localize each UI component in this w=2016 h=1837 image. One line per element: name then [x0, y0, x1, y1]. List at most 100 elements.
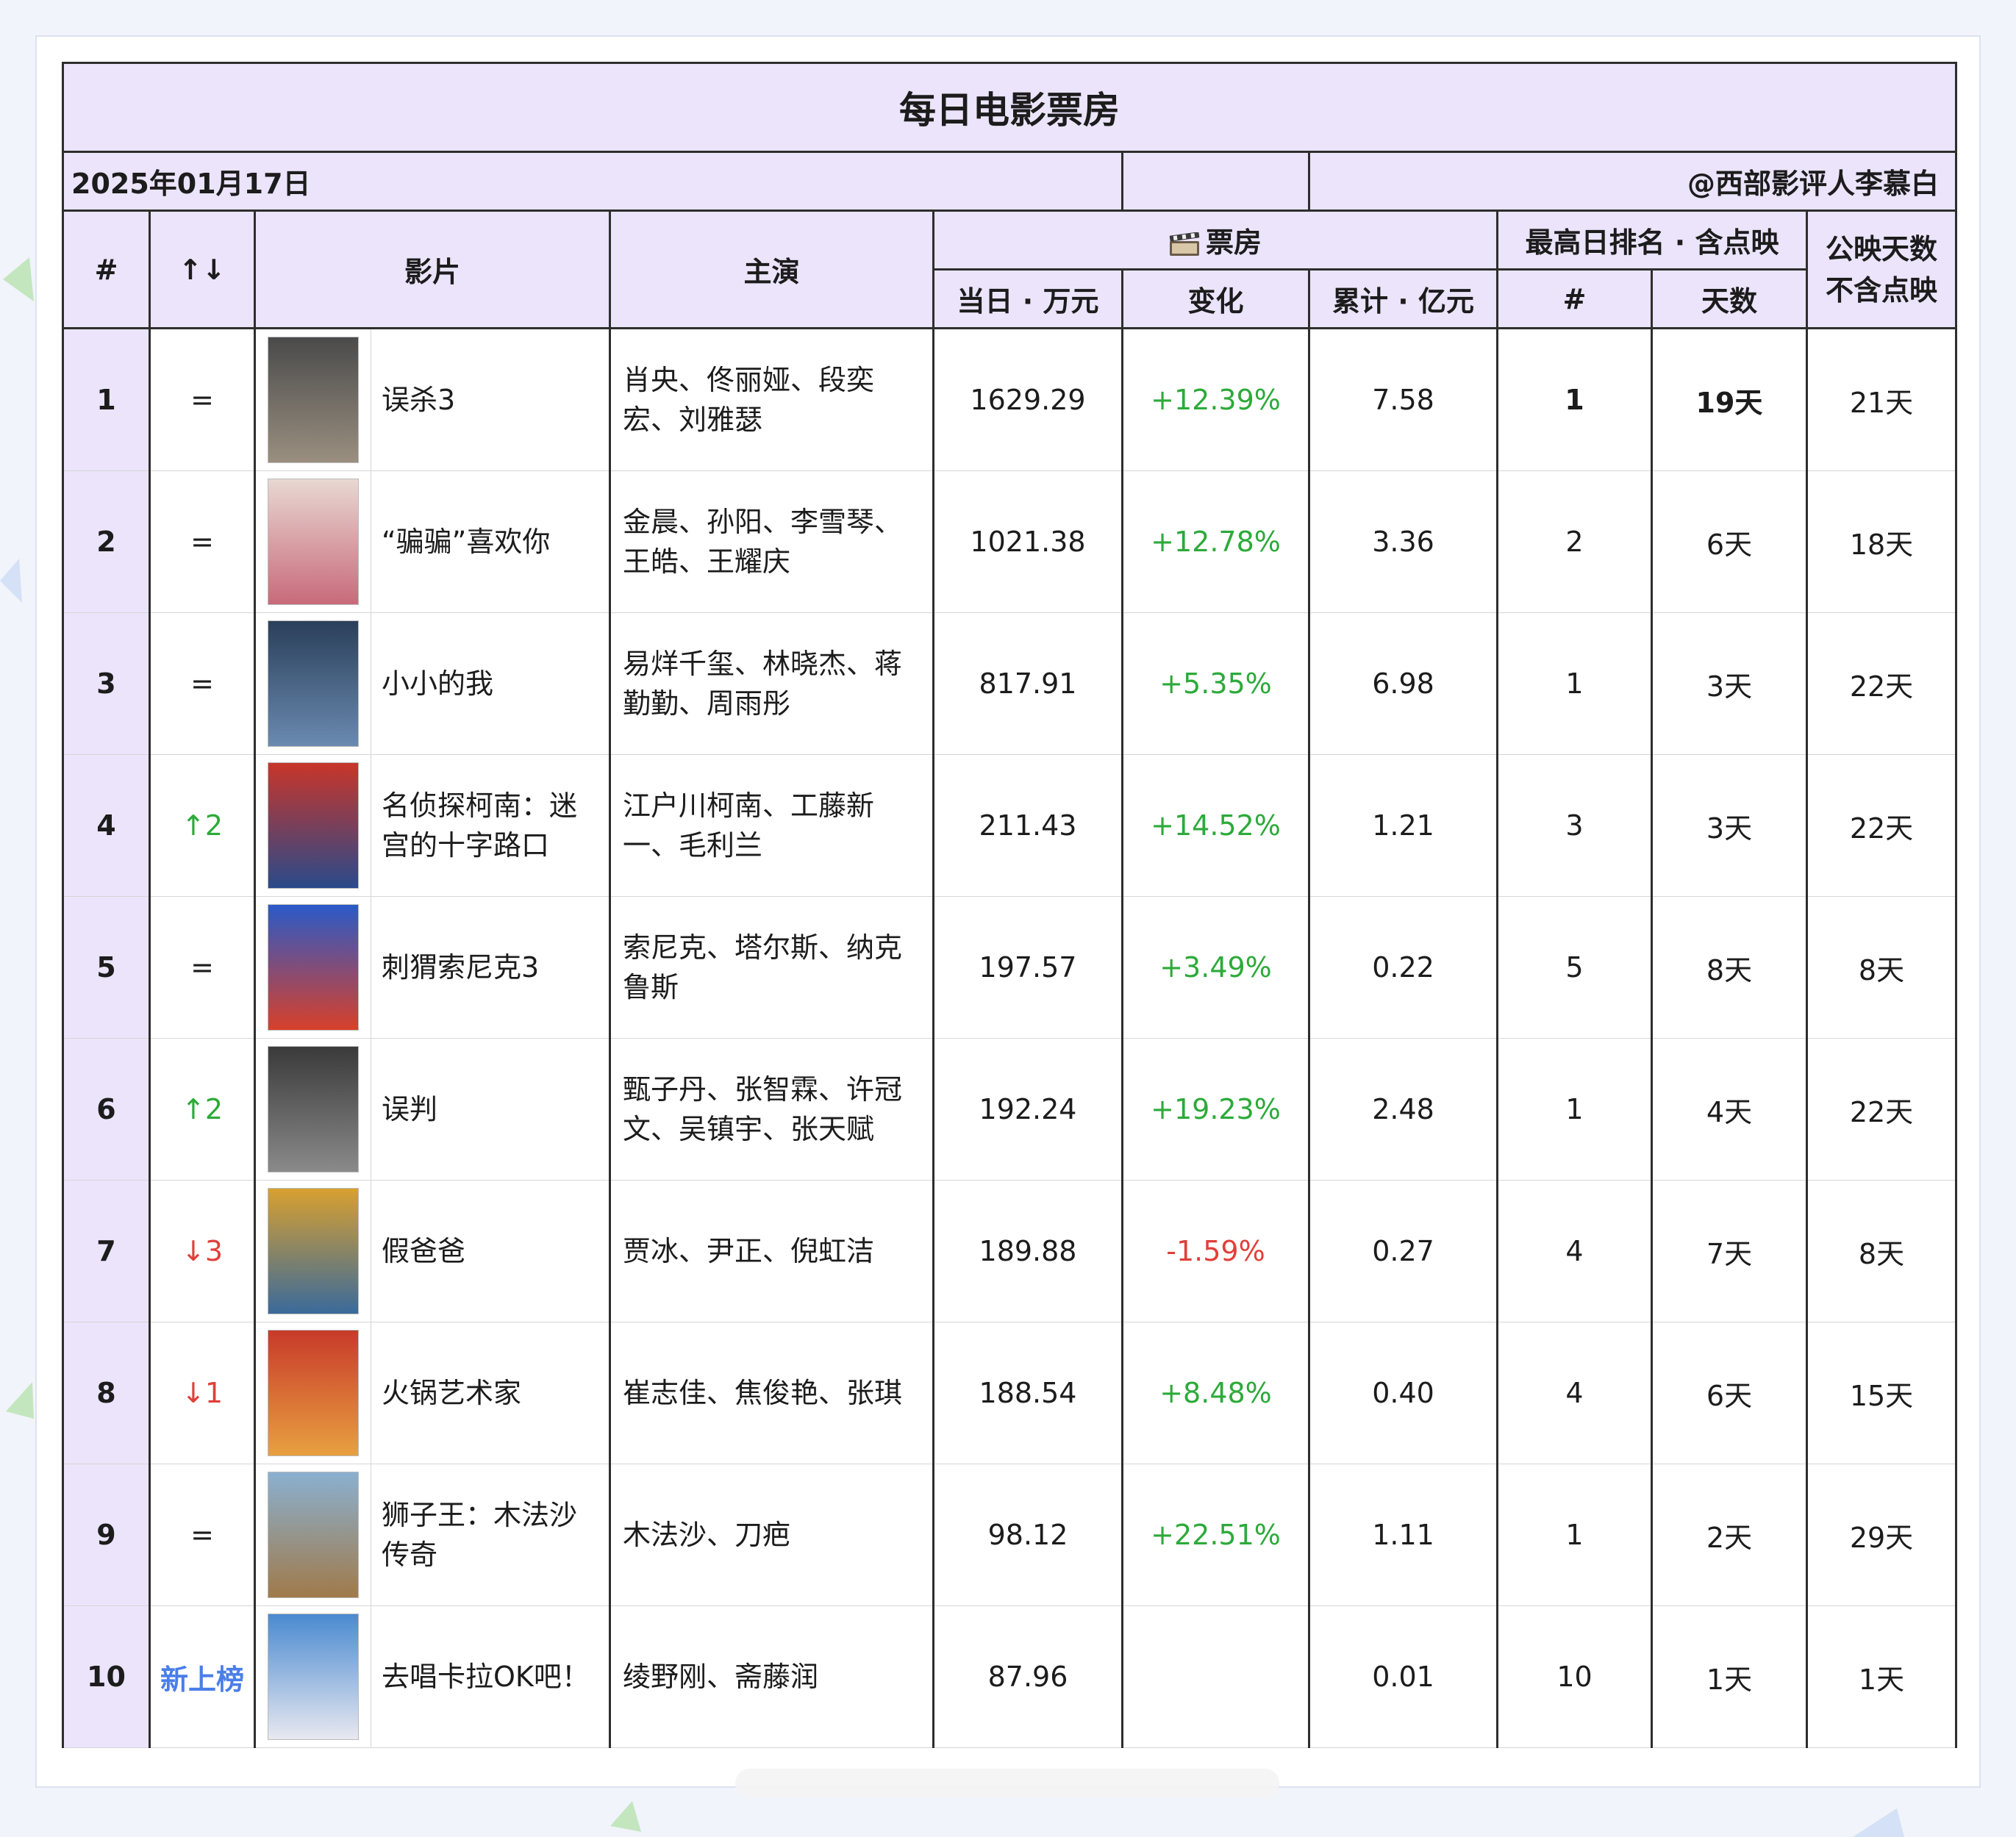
cast-cell: 肖央、佟丽娅、段奕宏、刘雅瑟 [609, 328, 934, 471]
daily-cell: 1629.29 [932, 328, 1123, 471]
table-row: 2 = “骗骗”喜欢你 金晨、孙阳、李雪琴、王皓、王耀庆 1021.38 +12.78% 3… [62, 470, 1958, 613]
rank-cell: 9 [62, 1464, 151, 1606]
total-cell: 3.36 [1308, 470, 1498, 613]
film-cell: 狮子王：木法沙传奇 [254, 1464, 611, 1606]
total-cell: 6.98 [1308, 612, 1498, 755]
movie-poster [268, 1614, 359, 1740]
author-label: @西部影评人李慕白 [1307, 151, 1958, 212]
date-label: 2025年01月17日 [62, 151, 1123, 212]
cast-cell: 索尼克、塔尔斯、纳克鲁斯 [609, 896, 934, 1039]
film-cell: 火锅艺术家 [254, 1322, 611, 1464]
film-cell: 名侦探柯南：迷宫的十字路口 [254, 754, 611, 897]
header-release-days-line1: 公映天数 [1826, 232, 1938, 265]
trend-cell: = [149, 612, 256, 755]
film-cell: 去唱卡拉OK吧！ [254, 1605, 611, 1748]
header-film: 影片 [254, 210, 611, 329]
header-trend: ↑↓ [149, 210, 256, 329]
daily-cell: 197.57 [932, 896, 1123, 1039]
daily-cell: 87.96 [932, 1605, 1123, 1748]
movie-poster [268, 1188, 359, 1314]
total-cell: 0.01 [1308, 1605, 1498, 1748]
best-days-cell: 6天 [1651, 470, 1808, 613]
trend-cell: ↓3 [149, 1180, 256, 1322]
table-row: 7 ↓3 假爸爸 贾冰、尹正、倪虹洁 189.88 -1.59% 0.27 4 7天 8天 [62, 1180, 1958, 1322]
best-days-cell: 3天 [1651, 754, 1808, 897]
best-rank-cell: 10 [1496, 1605, 1653, 1748]
table-row: 5 = 刺猬索尼克3 索尼克、塔尔斯、纳克鲁斯 197.57 +3.49% 0.22 5 8天 8… [62, 896, 1958, 1039]
header-total: 累计 · 亿元 [1308, 268, 1498, 329]
change-cell: +8.48% [1121, 1322, 1310, 1464]
best-days-cell: 7天 [1651, 1180, 1808, 1322]
release-days-cell: 22天 [1805, 612, 1958, 755]
film-title: 误判 [382, 1093, 438, 1125]
header-cast: 主演 [609, 210, 934, 329]
header-rank: # [62, 210, 151, 329]
rank-cell: 2 [62, 470, 151, 613]
cast-cell: 崔志佳、焦俊艳、张琪 [609, 1322, 934, 1464]
film-reel-icon [1169, 232, 1200, 256]
rank-cell: 4 [62, 754, 151, 897]
trend-cell: = [149, 896, 256, 1039]
trend-cell: = [149, 470, 256, 613]
film-cell: 刺猬索尼克3 [254, 896, 611, 1039]
film-title: 刺猬索尼克3 [382, 951, 540, 984]
header-release-days: 公映天数 不含点映 [1805, 210, 1958, 329]
film-cell: 小小的我 [254, 612, 611, 755]
daily-cell: 188.54 [932, 1322, 1123, 1464]
best-days-cell: 2天 [1651, 1464, 1808, 1606]
rank-cell: 3 [62, 612, 151, 755]
movie-poster [268, 337, 359, 463]
table-row: 1 = 误杀3 肖央、佟丽娅、段奕宏、刘雅瑟 1629.29 +12.39% 7.58 1 19… [62, 328, 1958, 471]
release-days-cell: 29天 [1805, 1464, 1958, 1606]
change-cell: +19.23% [1121, 1038, 1310, 1181]
total-cell: 0.40 [1308, 1322, 1498, 1464]
best-rank-cell: 3 [1496, 754, 1653, 897]
film-title: 火锅艺术家 [382, 1377, 522, 1409]
release-days-cell: 15天 [1805, 1322, 1958, 1464]
best-rank-cell: 1 [1496, 612, 1653, 755]
movie-poster [268, 620, 359, 747]
total-cell: 0.27 [1308, 1180, 1498, 1322]
best-rank-cell: 4 [1496, 1322, 1653, 1464]
daily-cell: 98.12 [932, 1464, 1123, 1606]
daily-cell: 817.91 [932, 612, 1123, 755]
movie-poster [268, 904, 359, 1031]
table-row: 9 = 狮子王：木法沙传奇 木法沙、刀疤 98.12 +22.51% 1.11 1 2天 29天 [62, 1464, 1958, 1606]
header-change: 变化 [1121, 268, 1310, 329]
header-best-rank: # [1496, 268, 1653, 329]
film-cell: 误杀3 [254, 328, 611, 471]
header-best-rank-group: 最高日排名 · 含点映 [1496, 210, 1808, 271]
best-rank-cell: 1 [1496, 1038, 1653, 1181]
table-row: 3 = 小小的我 易烊千玺、林晓杰、蒋勤勤、周雨彤 817.91 +5.35% 6.98 1 3… [62, 612, 1958, 755]
film-title: 小小的我 [382, 667, 494, 700]
change-cell: +12.39% [1121, 328, 1310, 471]
best-days-cell: 6天 [1651, 1322, 1808, 1464]
movie-poster [268, 479, 359, 605]
table-row: 6 ↑2 误判 甄子丹、张智霖、许冠文、吴镇宇、张天赋 192.24 +19.23% 2.4… [62, 1038, 1958, 1181]
total-cell: 7.58 [1308, 328, 1498, 471]
table-row: 8 ↓1 火锅艺术家 崔志佳、焦俊艳、张琪 188.54 +8.48% 0.40 4 6天 15天 [62, 1322, 1958, 1464]
release-days-cell: 18天 [1805, 470, 1958, 613]
table-row: 4 ↑2 名侦探柯南：迷宫的十字路口 江户川柯南、工藤新一、毛利兰 211.43 +14.… [62, 754, 1958, 897]
film-title: 假爸爸 [382, 1235, 466, 1267]
box-office-table: 每日电影票房 2025年01月17日 @西部影评人李慕白 # ↑↓ 影片 主演 … [61, 62, 1958, 1748]
rank-cell: 1 [62, 328, 151, 471]
change-cell: +5.35% [1121, 612, 1310, 755]
film-title: 狮子王：木法沙传奇 [382, 1499, 578, 1571]
cast-cell: 甄子丹、张智霖、许冠文、吴镇宇、张天赋 [609, 1038, 934, 1181]
release-days-cell: 8天 [1805, 896, 1958, 1039]
best-days-cell: 4天 [1651, 1038, 1808, 1181]
trend-cell: = [149, 328, 256, 471]
table-row: 10 新上榜 去唱卡拉OK吧！ 绫野刚、斋藤润 87.96 0.01 10 1天 1天 [62, 1605, 1958, 1748]
change-cell: +22.51% [1121, 1464, 1310, 1606]
release-days-cell: 22天 [1805, 1038, 1958, 1181]
trend-cell: ↓1 [149, 1322, 256, 1464]
daily-cell: 1021.38 [932, 470, 1123, 613]
release-days-cell: 22天 [1805, 754, 1958, 897]
cast-cell: 木法沙、刀疤 [609, 1464, 934, 1606]
best-rank-cell: 4 [1496, 1180, 1653, 1322]
header-box-office: 票房 [932, 210, 1498, 271]
best-days-cell: 1天 [1651, 1605, 1808, 1748]
release-days-cell: 8天 [1805, 1180, 1958, 1322]
best-days-cell: 3天 [1651, 612, 1808, 755]
